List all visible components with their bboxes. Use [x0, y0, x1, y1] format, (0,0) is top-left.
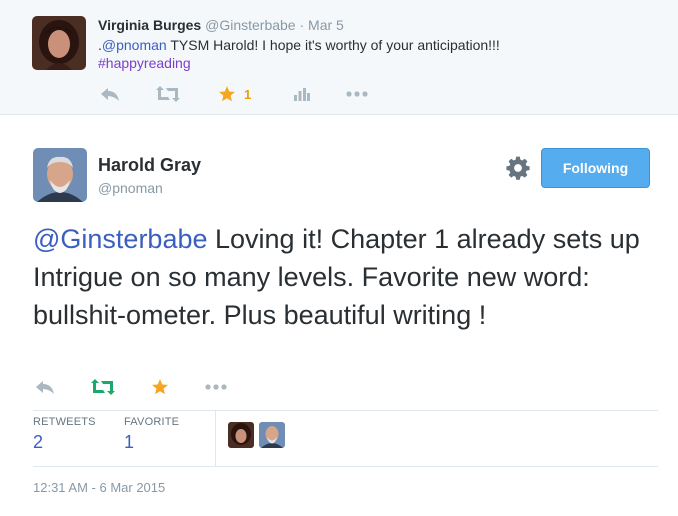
parent-author-name[interactable]: Virginia Burges [98, 17, 201, 33]
tweet-stats: RETWEETS 2 FAVORITE 1 [33, 411, 658, 466]
favorites-stat[interactable]: FAVORITE 1 [124, 416, 179, 453]
retweet-icon[interactable] [91, 374, 115, 400]
main-tweet-actions [33, 374, 333, 400]
more-icon[interactable] [346, 82, 368, 106]
reply-icon[interactable] [35, 374, 55, 400]
tweet-timestamp[interactable]: 12:31 AM - 6 Mar 2015 [33, 480, 165, 495]
divider [33, 466, 658, 467]
retweets-count[interactable]: 2 [33, 432, 96, 453]
main-tweet-text: @Ginsterbabe Loving it! Chapter 1 alread… [33, 220, 658, 334]
avatar-harold-gray[interactable] [33, 148, 87, 202]
separator-dot: · [299, 17, 305, 33]
gear-icon[interactable] [505, 155, 531, 181]
avatar-favoriter-harold[interactable] [259, 422, 285, 448]
parent-tweet-actions: 1 [98, 82, 478, 106]
analytics-icon[interactable] [294, 82, 310, 106]
favorite-star-icon [219, 86, 235, 102]
avatar-virginia-burges[interactable] [32, 16, 86, 70]
main-author-handle[interactable]: @pnoman [98, 180, 163, 196]
parent-tweet-header: Virginia Burges @Ginsterbabe · Mar 5 [98, 16, 344, 34]
parent-tweet-text: .@pnoman TYSM Harold! I hope it's worthy… [98, 36, 658, 72]
retweets-label: RETWEETS [33, 416, 96, 428]
mention-link[interactable]: @pnoman [102, 37, 167, 53]
hashtag-link[interactable]: #happyreading [98, 55, 191, 71]
parent-tweet[interactable]: Virginia Burges @Ginsterbabe · Mar 5 .@p… [0, 0, 678, 115]
favorite-button[interactable]: 1 [218, 82, 251, 106]
stats-divider [215, 411, 216, 466]
favorite-count: 1 [244, 86, 252, 102]
favorites-label: FAVORITE [124, 416, 180, 428]
reply-icon[interactable] [100, 82, 120, 106]
parent-tweet-body: TYSM Harold! I hope it's worthy of your … [166, 37, 500, 53]
parent-author-handle[interactable]: @Ginsterbabe [205, 17, 295, 33]
avatar-favoriter-virginia[interactable] [228, 422, 254, 448]
favorites-count[interactable]: 1 [124, 432, 179, 453]
mention-link[interactable]: @Ginsterbabe [33, 224, 208, 254]
following-button[interactable]: Following [541, 148, 650, 188]
retweets-stat[interactable]: RETWEETS 2 [33, 416, 96, 453]
favorite-star-icon[interactable] [151, 374, 169, 400]
retweet-icon[interactable] [156, 82, 180, 106]
more-icon[interactable] [205, 374, 227, 400]
parent-tweet-date[interactable]: Mar 5 [308, 17, 344, 33]
main-author-name[interactable]: Harold Gray [98, 155, 201, 176]
